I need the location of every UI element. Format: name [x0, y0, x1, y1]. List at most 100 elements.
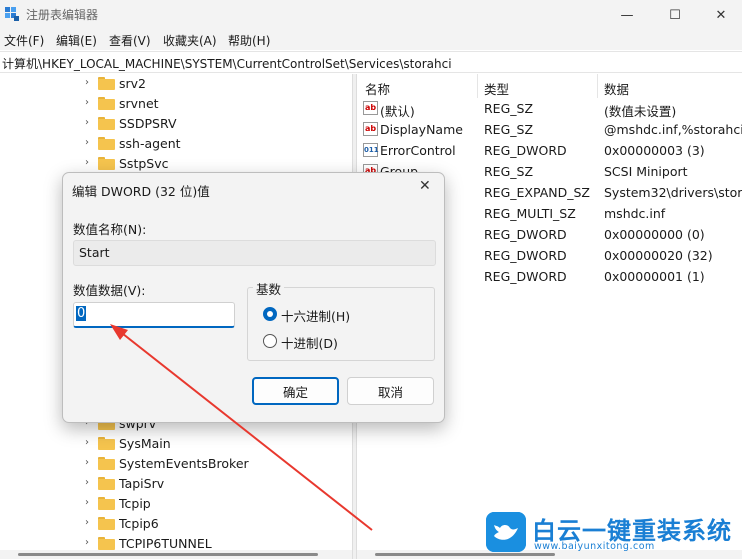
tree-item[interactable]: › Tcpip6: [0, 514, 352, 534]
menu-view[interactable]: 查看(V): [109, 32, 151, 49]
address-bar[interactable]: 计算机\HKEY_LOCAL_MACHINE\SYSTEM\CurrentCon…: [0, 51, 742, 73]
folder-icon: [98, 97, 115, 110]
table-row[interactable]: ab (默认) REG_SZ (数值未设置): [357, 98, 742, 119]
edit-dword-dialog: 编辑 DWORD (32 位)值 ✕ 数值名称(N): Start 数值数据(V…: [62, 172, 445, 423]
column-header-name[interactable]: 名称: [365, 79, 390, 98]
folder-icon: [98, 157, 115, 170]
dialog-close-button[interactable]: ✕: [419, 178, 431, 194]
watermark-url: www.baiyunxitong.com: [534, 541, 655, 552]
column-divider[interactable]: [477, 74, 478, 98]
value-type: REG_SZ: [484, 122, 534, 137]
column-header-data[interactable]: 数据: [604, 79, 629, 98]
value-type: REG_SZ: [484, 164, 534, 179]
chevron-right-icon[interactable]: ›: [85, 477, 89, 488]
value-data: System32\drivers\storah: [604, 185, 742, 200]
base-label: 基数: [253, 279, 285, 298]
value-type: REG_DWORD: [484, 227, 567, 242]
tree-item-label: srv2: [119, 76, 147, 91]
value-data: mshdc.inf: [604, 206, 666, 221]
value-data-input[interactable]: 0: [73, 302, 235, 328]
menu-edit[interactable]: 编辑(E): [56, 32, 97, 49]
table-row[interactable]: ab DisplayName REG_SZ @mshdc.inf,%storah…: [357, 119, 742, 140]
folder-icon: [98, 517, 115, 530]
tree-item[interactable]: › ssh-agent: [0, 134, 352, 154]
table-row[interactable]: 011 ErrorControl REG_DWORD 0x00000003 (3…: [357, 140, 742, 161]
tree-item-label: SysMain: [119, 436, 171, 451]
value-data: @mshdc.inf,%storahci_S: [604, 122, 742, 137]
scrollbar-thumb[interactable]: [18, 553, 318, 556]
tree-item[interactable]: › Tcpip: [0, 494, 352, 514]
minimize-button[interactable]: —: [604, 0, 650, 30]
tree-item[interactable]: › srv2: [0, 74, 352, 94]
value-data: 0x00000003 (3): [604, 143, 705, 158]
tree-item-label: SystemEventsBroker: [119, 456, 249, 471]
value-data: 0x00000001 (1): [604, 269, 705, 284]
value-name: DisplayName: [380, 122, 463, 137]
menu-file[interactable]: 文件(F): [4, 32, 44, 49]
tree-item[interactable]: › srvnet: [0, 94, 352, 114]
tree-item[interactable]: › SystemEventsBroker: [0, 454, 352, 474]
tree-item[interactable]: › SSDPSRV: [0, 114, 352, 134]
chevron-right-icon[interactable]: ›: [85, 497, 89, 508]
ok-button[interactable]: 确定: [252, 377, 339, 405]
registry-app-icon: [5, 7, 19, 21]
list-header: 名称 类型 数据: [357, 74, 742, 98]
bird-logo-icon: [486, 512, 526, 552]
chevron-right-icon[interactable]: ›: [85, 157, 89, 168]
column-divider[interactable]: [597, 74, 598, 98]
value-name-label: 数值名称(N):: [73, 222, 147, 237]
folder-icon: [98, 137, 115, 150]
menu-favorites[interactable]: 收藏夹(A): [163, 32, 217, 49]
tree-item-label: SstpSvc: [119, 156, 169, 171]
string-value-icon: ab: [363, 101, 378, 115]
tree-item-label: Tcpip6: [119, 516, 159, 531]
value-name: ErrorControl: [380, 143, 456, 158]
folder-icon: [98, 537, 115, 550]
close-button[interactable]: ✕: [698, 0, 742, 30]
chevron-right-icon[interactable]: ›: [85, 517, 89, 528]
chevron-right-icon[interactable]: ›: [85, 97, 89, 108]
address-path[interactable]: 计算机\HKEY_LOCAL_MACHINE\SYSTEM\CurrentCon…: [2, 55, 452, 72]
value-data-text[interactable]: 0: [76, 306, 87, 321]
tree-item[interactable]: › SysMain: [0, 434, 352, 454]
title-bar: 注册表编辑器 — ☐ ✕: [0, 0, 742, 30]
value-type: REG_SZ: [484, 101, 534, 116]
folder-icon: [98, 117, 115, 130]
tree-item[interactable]: › SstpSvc: [0, 154, 352, 174]
folder-icon: [98, 497, 115, 510]
value-name: (默认): [380, 104, 415, 119]
chevron-right-icon[interactable]: ›: [85, 537, 89, 548]
value-data: SCSI Miniport: [604, 164, 688, 179]
hex-radio-label[interactable]: 十六进制(H): [281, 306, 350, 325]
column-header-type[interactable]: 类型: [484, 79, 509, 98]
chevron-right-icon[interactable]: ›: [85, 437, 89, 448]
tree-horizontal-scrollbar[interactable]: [0, 550, 352, 559]
binary-value-icon: 011: [363, 143, 379, 157]
value-data: 0x00000000 (0): [604, 227, 705, 242]
maximize-button[interactable]: ☐: [652, 0, 698, 30]
decimal-radio[interactable]: [263, 334, 277, 348]
tree-item-label: srvnet: [119, 96, 159, 111]
decimal-radio-label[interactable]: 十进制(D): [281, 333, 338, 352]
value-type: REG_DWORD: [484, 269, 567, 284]
string-value-icon: ab: [363, 122, 378, 136]
value-type: REG_DWORD: [484, 248, 567, 263]
value-type: REG_EXPAND_SZ: [484, 185, 590, 200]
tree-item-label: Tcpip: [119, 496, 151, 511]
value-data: 0x00000020 (32): [604, 248, 713, 263]
chevron-right-icon[interactable]: ›: [85, 137, 89, 148]
chevron-right-icon[interactable]: ›: [85, 77, 89, 88]
value-data-label: 数值数据(V):: [73, 283, 146, 298]
menu-help[interactable]: 帮助(H): [228, 32, 270, 49]
hex-radio[interactable]: [263, 307, 277, 321]
tree-item-label: ssh-agent: [119, 136, 181, 151]
window-title: 注册表编辑器: [26, 8, 99, 22]
chevron-right-icon[interactable]: ›: [85, 117, 89, 128]
value-data: (数值未设置): [604, 104, 677, 119]
cancel-button[interactable]: 取消: [347, 377, 434, 405]
tree-item-label: SSDPSRV: [119, 116, 177, 131]
value-type: REG_DWORD: [484, 143, 567, 158]
tree-item-label: TCPIP6TUNNEL: [119, 536, 212, 551]
tree-item[interactable]: › TapiSrv: [0, 474, 352, 494]
chevron-right-icon[interactable]: ›: [85, 457, 89, 468]
